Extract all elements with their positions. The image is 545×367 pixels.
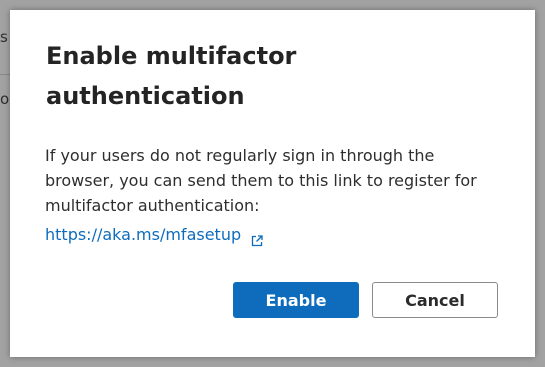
background-text: o: [0, 90, 10, 108]
dialog-title: Enable multifactor authentication: [46, 42, 297, 110]
enable-button[interactable]: Enable: [233, 282, 359, 318]
mfa-setup-link-row: https://aka.ms/mfasetup: [45, 222, 263, 247]
background-text: s: [0, 28, 8, 46]
mfa-setup-link[interactable]: https://aka.ms/mfasetup: [45, 222, 241, 247]
cancel-button[interactable]: Cancel: [372, 282, 498, 318]
dialog-body-text: If your users do not regularly sign in t…: [45, 146, 477, 215]
open-in-new-window-icon[interactable]: [251, 229, 263, 246]
enable-mfa-dialog: Enable multifactor authentication If you…: [10, 10, 535, 357]
